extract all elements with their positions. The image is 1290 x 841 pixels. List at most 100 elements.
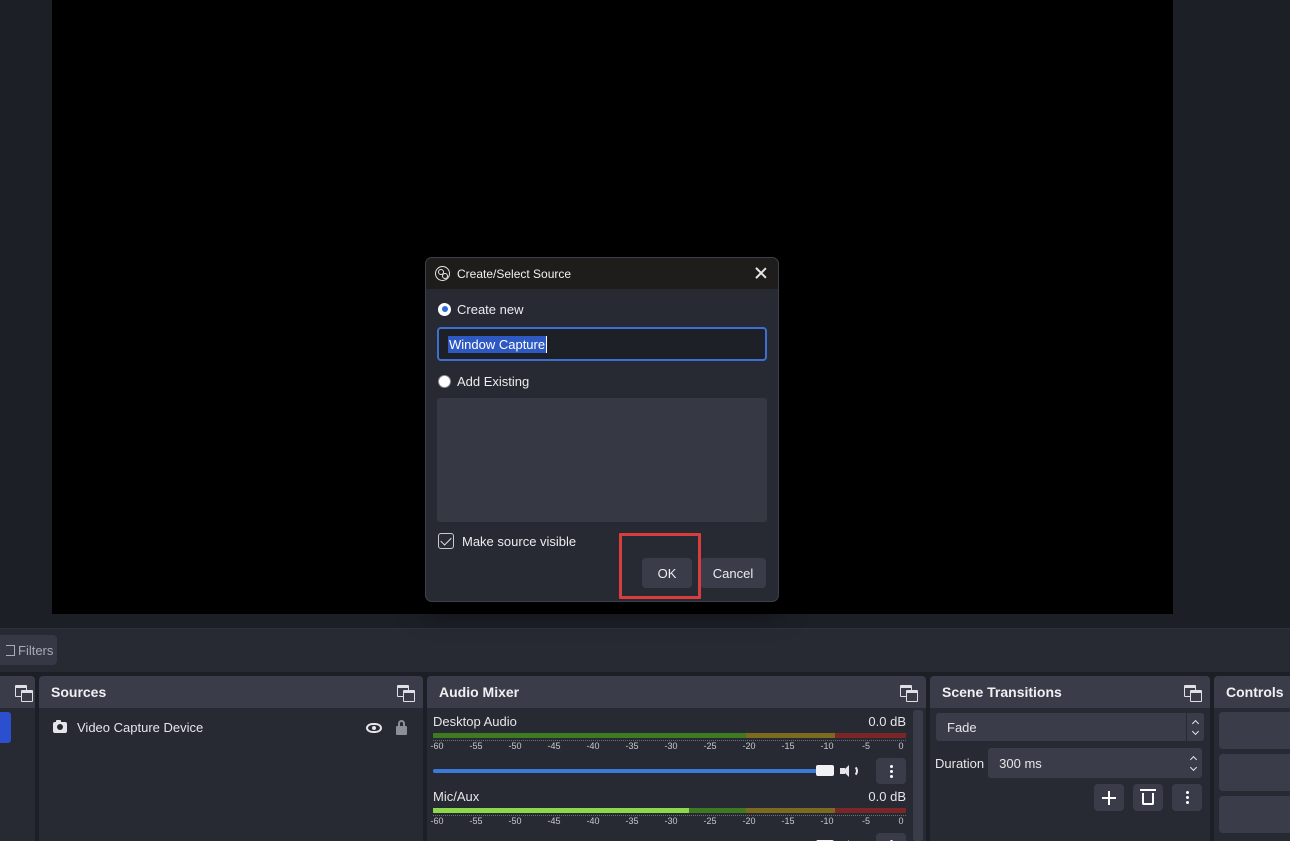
audio-mixer-header: Audio Mixer [427, 676, 926, 708]
mixer-channel-desktop-audio: Desktop Audio 0.0 dB -60 -55 -50 -45 -40… [427, 708, 926, 784]
transition-select[interactable]: Fade [936, 713, 1204, 741]
tick-label: -25 [703, 816, 717, 826]
tick-label: -15 [781, 741, 795, 751]
meter-ticks: -60 -55 -50 -45 -40 -35 -30 -25 -20 -15 … [430, 738, 906, 752]
tick-label: -30 [664, 741, 678, 751]
channel-level: 0.0 dB [868, 789, 906, 804]
filters-icon [6, 644, 15, 656]
channel-name: Mic/Aux [433, 789, 480, 804]
scene-transitions-dock: Scene Transitions Fade Duration 300 ms [930, 676, 1210, 841]
add-existing-radio[interactable]: Add Existing [426, 371, 778, 391]
tick-label: -45 [547, 816, 561, 826]
tick-label: -45 [547, 741, 561, 751]
camera-icon [53, 720, 67, 733]
tick-label: 0 [898, 816, 904, 826]
make-visible-checkbox-row[interactable]: Make source visible [426, 533, 778, 549]
scene-transitions-title: Scene Transitions [942, 684, 1062, 700]
scenes-dock-header [0, 676, 35, 708]
source-name-value: Window Capture [448, 335, 548, 353]
radio-unchecked-icon[interactable] [438, 374, 451, 388]
sources-dock-header: Sources [39, 676, 423, 708]
tick-label: -60 [430, 816, 444, 826]
channel-name: Desktop Audio [433, 714, 517, 729]
controls-header: Controls [1214, 676, 1290, 708]
duration-spinbox[interactable]: 300 ms [988, 748, 1202, 778]
channel-menu-button[interactable] [876, 833, 906, 841]
tick-label: -10 [820, 741, 834, 751]
radio-checked-icon[interactable] [438, 302, 451, 316]
speaker-icon[interactable] [840, 764, 859, 778]
audio-mixer-dock: Audio Mixer Desktop Audio 0.0 dB -60 -55… [427, 676, 926, 841]
tick-label: -40 [586, 741, 600, 751]
duration-label: Duration [935, 755, 985, 771]
fader-handle[interactable] [816, 765, 835, 776]
undock-icon[interactable] [900, 685, 918, 702]
ok-button[interactable]: OK [642, 558, 692, 588]
scene-transitions-header: Scene Transitions [930, 676, 1210, 708]
tick-label: -15 [781, 816, 795, 826]
tick-label: -30 [664, 816, 678, 826]
select-arrows-icon [1186, 713, 1204, 741]
controls-title: Controls [1226, 684, 1284, 700]
undock-icon[interactable] [15, 685, 33, 702]
undock-icon[interactable] [397, 685, 415, 702]
sources-title: Sources [51, 684, 107, 700]
tick-label: 0 [898, 741, 904, 751]
context-toolbar [0, 628, 1290, 672]
plus-icon [1102, 790, 1116, 805]
channel-menu-button[interactable] [876, 758, 906, 784]
spin-arrows-icon[interactable] [1184, 748, 1202, 778]
lock-icon[interactable] [396, 719, 407, 735]
visibility-eye-icon[interactable] [366, 722, 382, 733]
tick-label: -50 [508, 741, 522, 751]
cancel-button[interactable]: Cancel [700, 558, 766, 588]
tick-label: -50 [508, 816, 522, 826]
create-new-radio[interactable]: Create new [426, 299, 778, 319]
obs-window: Filters Sources Video Capture Device Aud… [0, 0, 1290, 841]
undock-icon[interactable] [1184, 685, 1202, 702]
scene-list-item-selected[interactable] [0, 712, 11, 743]
trash-icon [1140, 789, 1156, 805]
scenes-dock [0, 676, 35, 841]
start-streaming-button[interactable] [1219, 712, 1290, 749]
source-name: Video Capture Device [77, 720, 204, 735]
checkbox-checked-icon[interactable] [438, 533, 454, 549]
remove-transition-button[interactable] [1133, 784, 1163, 811]
meter-ticks: -60 -55 -50 -45 -40 -35 -30 -25 -20 -15 … [430, 813, 906, 827]
sources-dock: Sources Video Capture Device [39, 676, 423, 841]
dialog-titlebar: Create/Select Source [426, 258, 778, 289]
kebab-icon [1185, 791, 1189, 804]
add-existing-label: Add Existing [457, 373, 530, 389]
make-visible-label: Make source visible [462, 533, 577, 549]
tick-label: -5 [861, 816, 871, 826]
volume-fader[interactable] [433, 765, 835, 776]
mixer-channel-mic-aux: Mic/Aux 0.0 dB -60 -55 -50 -45 -40 -35 -… [427, 783, 926, 841]
mixer-scrollbar[interactable] [913, 710, 923, 841]
dialog-title: Create/Select Source [457, 266, 572, 281]
tick-label: -55 [469, 816, 483, 826]
tick-label: -20 [742, 816, 756, 826]
audio-mixer-title: Audio Mixer [439, 684, 520, 700]
obs-logo-icon [435, 266, 450, 281]
source-item[interactable]: Video Capture Device [39, 712, 423, 743]
tick-label: -10 [820, 816, 834, 826]
add-transition-button[interactable] [1094, 784, 1124, 811]
tick-label: -25 [703, 741, 717, 751]
tick-label: -35 [625, 816, 639, 826]
start-recording-button[interactable] [1219, 754, 1290, 791]
tick-label: -40 [586, 816, 600, 826]
source-name-input[interactable]: Window Capture [437, 327, 767, 361]
controls-dock: Controls [1214, 676, 1290, 841]
virtual-camera-button[interactable] [1219, 796, 1290, 833]
tick-label: -60 [430, 741, 444, 751]
tick-label: -20 [742, 741, 756, 751]
duration-value: 300 ms [999, 755, 1042, 771]
close-icon[interactable] [754, 266, 768, 280]
tick-label: -35 [625, 741, 639, 751]
create-select-source-dialog: Create/Select Source Create new Window C… [425, 257, 779, 602]
transition-select-value: Fade [947, 719, 977, 735]
transition-properties-button[interactable] [1172, 784, 1202, 811]
filters-button[interactable]: Filters [0, 635, 57, 665]
existing-sources-list[interactable] [437, 398, 767, 522]
create-new-label: Create new [457, 301, 524, 317]
